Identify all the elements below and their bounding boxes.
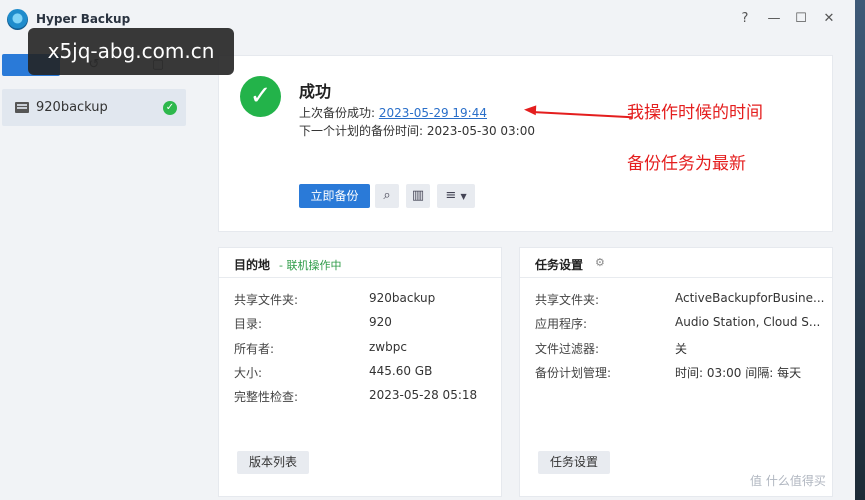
corner-watermark: 值 什么值得买: [750, 474, 826, 488]
task-settings-row-label: 文件过滤器:: [535, 342, 600, 356]
destination-title: 目的地: [234, 258, 271, 272]
desktop-edge: [855, 0, 865, 500]
last-backup-line: 上次备份成功: 2023-05-29 19:44: [299, 104, 487, 121]
next-backup-line: 下一个计划的备份时间: 2023-05-30 03:00: [299, 122, 535, 139]
annotation-arrow-head: [523, 104, 537, 116]
menu-icon: ≡: [445, 188, 457, 203]
success-check-icon: ✓: [163, 101, 177, 115]
destination-row-value: 920backup: [369, 291, 436, 305]
task-settings-button[interactable]: 任务设置: [538, 451, 610, 474]
next-backup-label: 下一个计划的备份时间:: [299, 124, 427, 138]
destination-row-value: zwbpc: [369, 340, 407, 354]
settings-gear-icon: ⚙: [595, 256, 605, 269]
chevron-down-icon: ▼: [460, 192, 467, 201]
bar-chart-icon: ▥: [411, 188, 425, 203]
storage-icon: [15, 102, 29, 113]
task-settings-row-label: 应用程序:: [535, 317, 588, 331]
help-button[interactable]: ?: [735, 9, 755, 29]
window-title: Hyper Backup: [36, 12, 131, 26]
destination-card: 目的地 - 联机操作中 共享文件夹: 920backup 目录: 920 所有者…: [218, 247, 502, 497]
hyper-backup-window: Hyper Backup ? — ☐ ✕ ↺ ▢ 920backup ✓ ✓ 成…: [0, 0, 855, 500]
destination-card-header: 目的地 - 联机操作中: [219, 248, 501, 278]
annotation-arrow-line: [531, 111, 632, 119]
destination-row-label: 目录:: [234, 317, 263, 331]
task-settings-row-value: 时间: 03:00 间隔: 每天: [675, 366, 802, 380]
minimize-button[interactable]: —: [764, 9, 784, 29]
success-status-icon: ✓: [240, 76, 281, 117]
destination-row-value: 920: [369, 315, 392, 329]
task-settings-row-label: 共享文件夹:: [535, 293, 600, 307]
task-settings-card: 任务设置 ⚙ 共享文件夹: ActiveBackupforBusine... 应…: [519, 247, 833, 497]
sidebar-task-label: 920backup: [36, 100, 108, 115]
task-settings-row-value: Audio Station, Cloud S...: [675, 315, 821, 329]
last-backup-time-link[interactable]: 2023-05-29 19:44: [379, 106, 487, 120]
destination-row-label: 所有者:: [234, 342, 275, 356]
destination-online-status: - 联机操作中: [279, 259, 342, 272]
main-content: ✓ 成功 上次备份成功: 2023-05-29 19:44 下一个计划的备份时间…: [203, 40, 843, 500]
close-button[interactable]: ✕: [819, 9, 839, 29]
annotation-operation-time: 我操作时候的时间: [627, 103, 763, 123]
task-settings-card-header: 任务设置 ⚙: [520, 248, 832, 278]
backup-now-button[interactable]: 立即备份: [299, 184, 370, 208]
maximize-button[interactable]: ☐: [791, 9, 811, 29]
destination-row-value: 2023-05-28 05:18: [369, 388, 478, 402]
task-settings-row-label: 备份计划管理:: [535, 366, 612, 380]
version-browse-button[interactable]: ⌕: [375, 184, 399, 208]
task-settings-title: 任务设置: [535, 258, 584, 272]
clock-search-icon: ⌕: [383, 188, 391, 203]
task-settings-row-value: 关: [675, 342, 688, 356]
hyper-backup-app-icon: [7, 9, 28, 30]
action-menu-button[interactable]: ≡ ▼: [437, 184, 475, 208]
last-backup-label: 上次备份成功:: [299, 106, 379, 120]
destination-row-value: 445.60 GB: [369, 364, 433, 378]
next-backup-time: 2023-05-30 03:00: [426, 124, 535, 138]
destination-row-label: 共享文件夹:: [234, 293, 299, 307]
version-list-button[interactable]: 版本列表: [237, 451, 309, 474]
status-panel: ✓ 成功 上次备份成功: 2023-05-29 19:44 下一个计划的备份时间…: [218, 55, 833, 232]
annotation-task-latest: 备份任务为最新: [627, 154, 746, 174]
task-sidebar: 920backup ✓: [0, 82, 195, 500]
sidebar-task-920backup[interactable]: 920backup ✓: [2, 89, 186, 126]
status-title: 成功: [299, 82, 332, 101]
destination-row-label: 大小:: [234, 366, 263, 380]
destination-row-label: 完整性检查:: [234, 390, 299, 404]
statistics-button[interactable]: ▥: [406, 184, 430, 208]
watermark-overlay: x5jq-abg.com.cn: [28, 28, 234, 75]
task-settings-row-value: ActiveBackupforBusine...: [675, 291, 825, 305]
